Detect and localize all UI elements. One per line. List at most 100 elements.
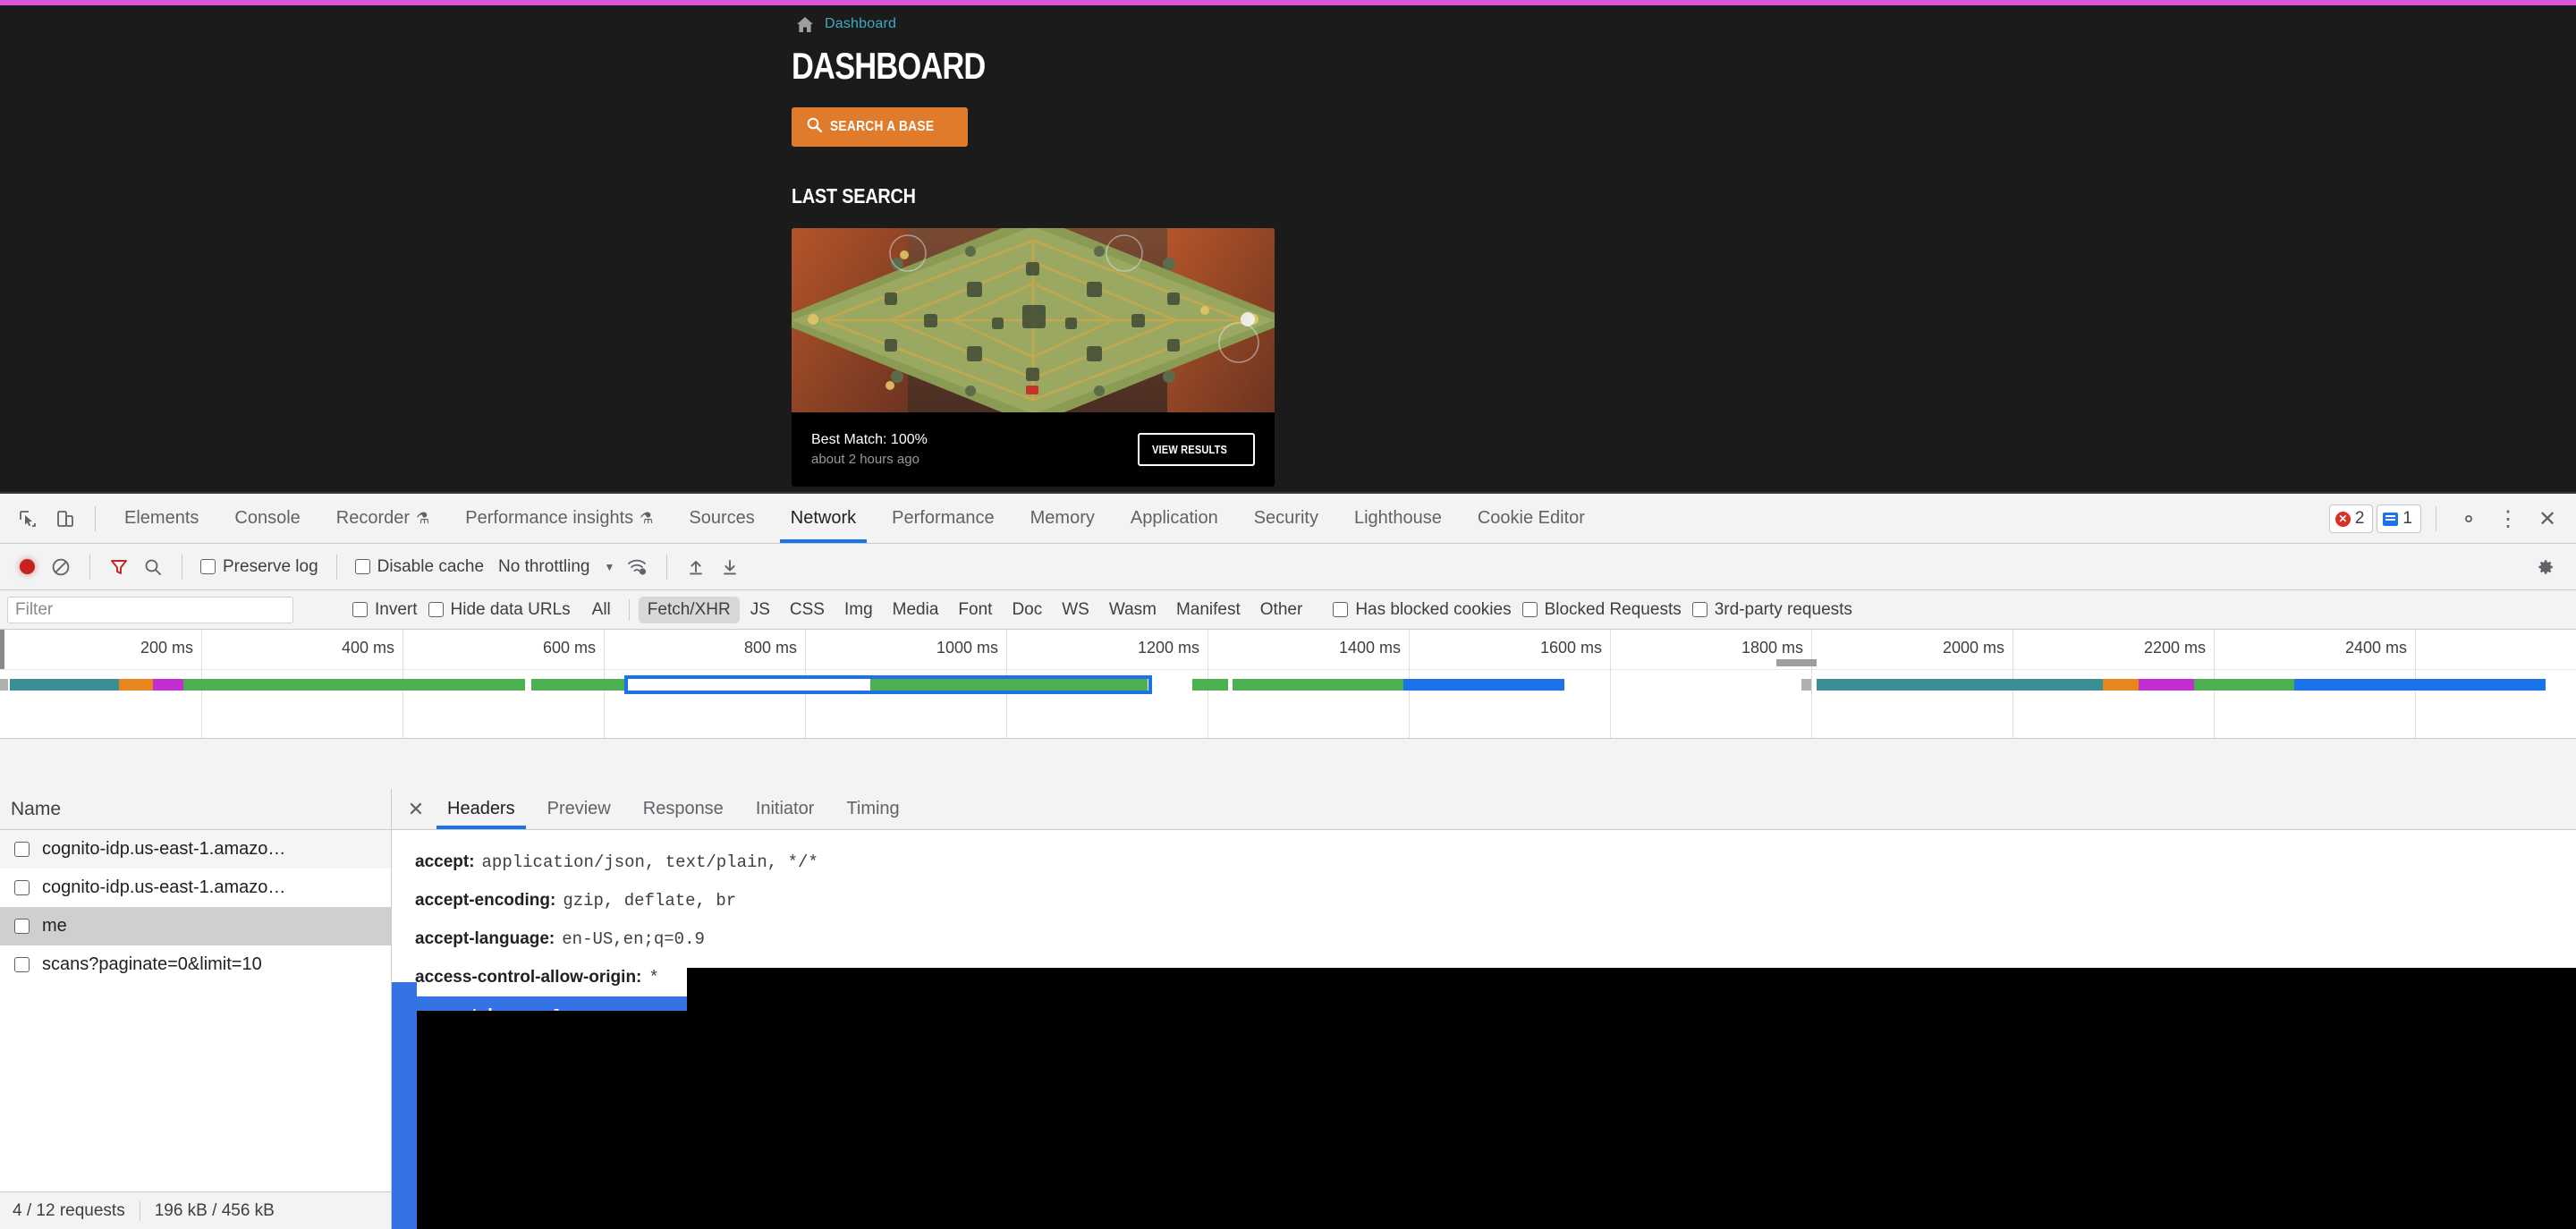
- request-checkbox[interactable]: [14, 842, 30, 857]
- filter-type-css[interactable]: CSS: [781, 597, 834, 623]
- request-row[interactable]: me: [0, 907, 391, 945]
- tab-performance[interactable]: Performance: [874, 495, 1013, 543]
- network-settings-gear-icon[interactable]: [2528, 549, 2563, 585]
- tab-label: Application: [1131, 508, 1218, 529]
- tab-application[interactable]: Application: [1113, 495, 1236, 543]
- filter-type-font[interactable]: Font: [949, 597, 1001, 623]
- detail-tab-preview[interactable]: Preview: [531, 789, 627, 829]
- search-icon: [807, 117, 822, 137]
- waterfall-segment: [2294, 679, 2546, 691]
- overview-tick-label: 2000 ms: [1943, 639, 2012, 657]
- network-conditions-icon[interactable]: [622, 551, 654, 583]
- overview-tick-label: 2400 ms: [2345, 639, 2415, 657]
- message-count-badge[interactable]: 1: [2377, 504, 2421, 533]
- overview-left-handle[interactable]: [0, 630, 4, 669]
- preserve-log-checkbox[interactable]: Preserve log: [195, 557, 324, 577]
- toolbar-divider-4: [336, 555, 337, 580]
- error-count-badge[interactable]: ✕ 2: [2329, 504, 2374, 533]
- inspect-element-icon[interactable]: [9, 500, 47, 538]
- request-row[interactable]: cognito-idp.us-east-1.amazo…: [0, 869, 391, 907]
- tab-recorder[interactable]: Recorder⚗: [318, 495, 448, 543]
- overview-tick-label: 1400 ms: [1339, 639, 1409, 657]
- tab-label: Cookie Editor: [1478, 508, 1585, 529]
- request-checkbox[interactable]: [14, 880, 30, 895]
- detail-tab-initiator[interactable]: Initiator: [740, 789, 831, 829]
- filter-type-img[interactable]: Img: [835, 597, 882, 623]
- tab-security[interactable]: Security: [1236, 495, 1336, 543]
- close-devtools-icon[interactable]: ✕: [2529, 501, 2565, 537]
- disable-cache-checkbox[interactable]: Disable cache: [350, 557, 489, 577]
- blocked-requests-checkbox[interactable]: Blocked Requests: [1517, 600, 1687, 620]
- has-blocked-cookies-checkbox[interactable]: Has blocked cookies: [1327, 600, 1516, 620]
- header-row[interactable]: accept:application/json, text/plain, */*: [404, 843, 2576, 881]
- request-row[interactable]: cognito-idp.us-east-1.amazo…: [0, 830, 391, 869]
- search-timestamp: about 2 hours ago: [811, 452, 928, 467]
- requests-count: 4 / 12 requests: [13, 1201, 125, 1221]
- network-timeline-overview[interactable]: 200 ms400 ms600 ms800 ms1000 ms1200 ms14…: [0, 630, 2576, 739]
- filter-type-doc[interactable]: Doc: [1003, 597, 1051, 623]
- import-har-icon[interactable]: [680, 551, 712, 583]
- toolbar-divider: [95, 506, 96, 531]
- settings-gear-icon[interactable]: [2451, 501, 2487, 537]
- toolbar-divider-5: [666, 555, 667, 580]
- network-toolbar: Preserve log Disable cache No throttling…: [0, 544, 2576, 590]
- request-row[interactable]: scans?paginate=0&limit=10: [0, 945, 391, 984]
- tab-elements[interactable]: Elements: [106, 495, 216, 543]
- more-options-kebab-icon[interactable]: ⋮: [2490, 501, 2526, 537]
- search-a-base-label: SEARCH A BASE: [830, 119, 934, 135]
- waterfall-segment: [2139, 679, 2194, 691]
- filter-type-fetch-xhr[interactable]: Fetch/XHR: [639, 597, 740, 623]
- filter-type-wasm[interactable]: Wasm: [1100, 597, 1165, 623]
- header-key: accept-encoding:: [415, 891, 555, 911]
- request-checkbox[interactable]: [14, 957, 30, 972]
- filter-type-all[interactable]: All: [583, 597, 620, 623]
- tab-label: Network: [791, 508, 856, 529]
- clear-network-log-icon[interactable]: [45, 551, 77, 583]
- detail-tab-timing[interactable]: Timing: [830, 789, 915, 829]
- request-name: scans?paginate=0&limit=10: [42, 954, 262, 975]
- home-icon[interactable]: [797, 17, 813, 32]
- filter-type-other[interactable]: Other: [1251, 597, 1312, 623]
- filter-type-ws[interactable]: WS: [1053, 597, 1098, 623]
- tab-label: Console: [234, 508, 300, 529]
- filter-type-media[interactable]: Media: [884, 597, 948, 623]
- tab-memory[interactable]: Memory: [1013, 495, 1113, 543]
- tab-sources[interactable]: Sources: [671, 495, 772, 543]
- filter-icon[interactable]: [103, 551, 135, 583]
- tab-console[interactable]: Console: [216, 495, 318, 543]
- view-results-button[interactable]: VIEW RESULTS: [1138, 433, 1255, 466]
- devtools-tabbar-right: ✕ 2 1 ⋮ ✕: [2329, 494, 2565, 544]
- invert-checkbox[interactable]: Invert: [347, 600, 423, 620]
- tab-label: Lighthouse: [1354, 508, 1442, 529]
- filter-type-manifest[interactable]: Manifest: [1167, 597, 1250, 623]
- last-search-heading: LAST SEARCH: [792, 184, 1268, 208]
- request-checkbox[interactable]: [14, 919, 30, 934]
- tab-performance-insights[interactable]: Performance insights⚗: [447, 495, 671, 543]
- tab-lighthouse[interactable]: Lighthouse: [1336, 495, 1460, 543]
- record-network-log-icon[interactable]: [11, 551, 43, 583]
- header-row[interactable]: accept-encoding:gzip, deflate, br: [404, 881, 2576, 920]
- web-page-content: Dashboard DASHBOARD SEARCH A BASE LAST S…: [0, 0, 2576, 492]
- throttling-dropdown[interactable]: No throttling ▼: [498, 557, 614, 577]
- filter-input[interactable]: [7, 597, 293, 623]
- base-layout-image[interactable]: [792, 228, 1275, 412]
- device-toolbar-icon[interactable]: [47, 500, 84, 538]
- checkbox-box: [1522, 602, 1538, 617]
- header-row[interactable]: accept-language:en-US,en;q=0.9: [404, 920, 2576, 958]
- close-detail-icon[interactable]: ✕: [401, 794, 431, 825]
- detail-tab-response[interactable]: Response: [627, 789, 740, 829]
- hide-data-urls-checkbox[interactable]: Hide data URLs: [423, 600, 576, 620]
- third-party-requests-checkbox[interactable]: 3rd-party requests: [1687, 600, 1858, 620]
- tab-cookie-editor[interactable]: Cookie Editor: [1460, 495, 1603, 543]
- export-har-icon[interactable]: [714, 551, 746, 583]
- last-search-card[interactable]: Best Match: 100% about 2 hours ago VIEW …: [792, 228, 1275, 487]
- request-list-header: Name: [0, 789, 391, 830]
- search-icon[interactable]: [137, 551, 169, 583]
- search-a-base-button[interactable]: SEARCH A BASE: [792, 107, 968, 147]
- detail-tab-headers[interactable]: Headers: [431, 789, 531, 829]
- filter-type-js[interactable]: JS: [741, 597, 779, 623]
- tab-label: Elements: [124, 508, 199, 529]
- tab-network[interactable]: Network: [773, 495, 874, 543]
- experimental-flask-icon: ⚗: [640, 510, 653, 528]
- breadcrumb-link-dashboard[interactable]: Dashboard: [825, 16, 896, 32]
